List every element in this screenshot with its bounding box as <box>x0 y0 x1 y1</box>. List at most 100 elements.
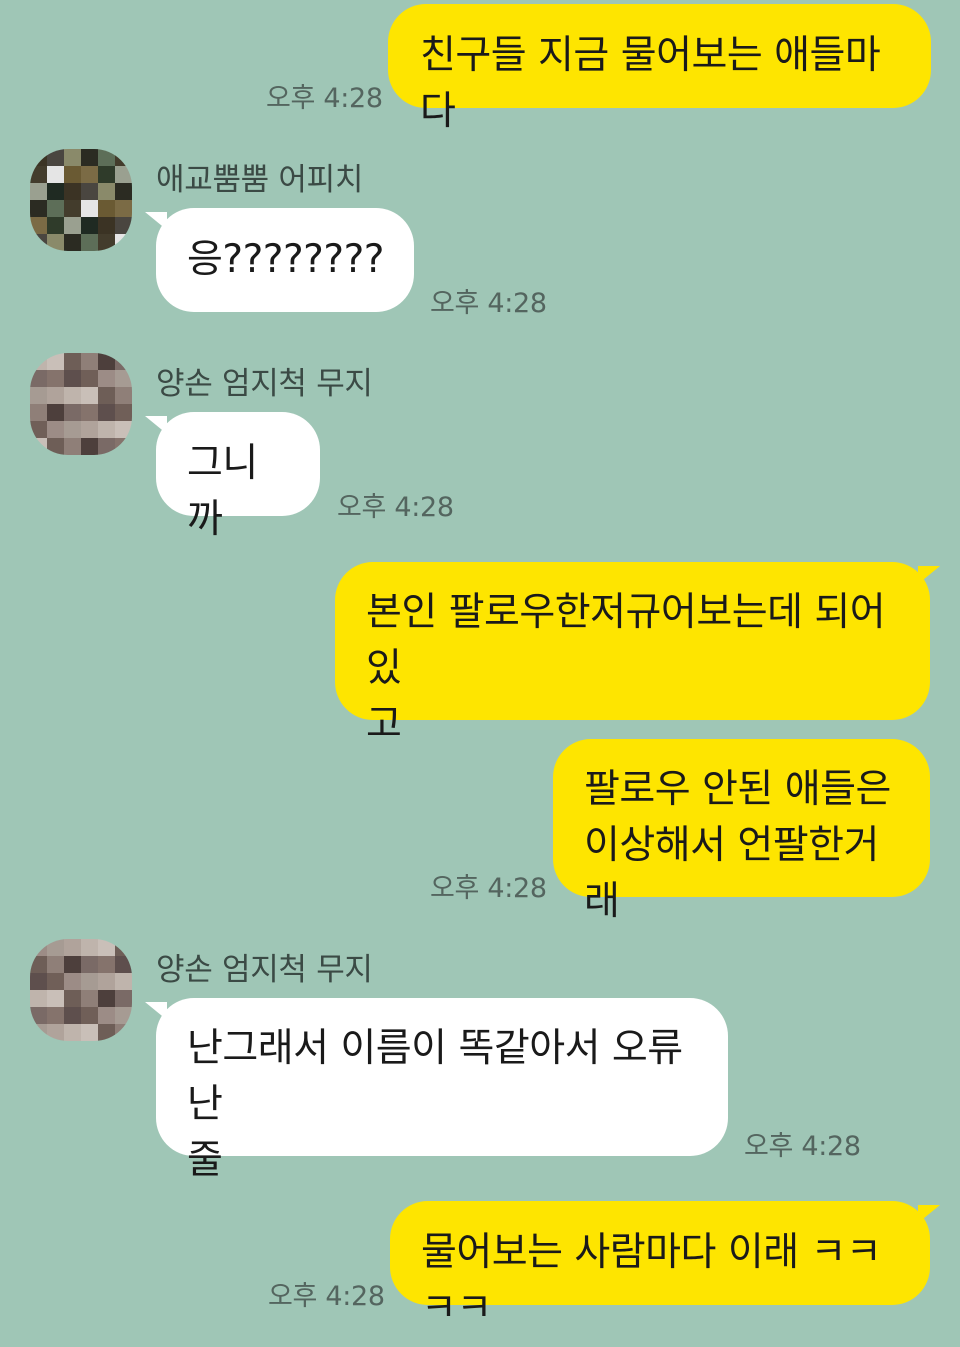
avatar-pixel <box>64 956 81 973</box>
message-text: 응???????? <box>187 237 384 282</box>
message-time: 오후 4:28 <box>430 873 547 904</box>
avatar-pixel <box>81 217 98 234</box>
avatar-pixel <box>64 1024 81 1041</box>
avatar-pixel <box>30 370 47 387</box>
message-bubble[interactable]: 난그래서 이름이 똑같아서 오류난 줄 <box>156 998 728 1183</box>
avatar[interactable] <box>30 353 132 455</box>
avatar-pixel <box>64 421 81 438</box>
message-time: 오후 4:28 <box>744 1131 861 1162</box>
avatar-pixel <box>30 956 47 973</box>
avatar-pixel <box>115 421 132 438</box>
avatar-pixel <box>47 387 64 404</box>
avatar-pixel <box>81 370 98 387</box>
sender-name: 애교뿜뿜 어피치 <box>156 162 364 198</box>
message-text-line: 본인 팔로우한저규어보는데 되어있 <box>366 590 886 691</box>
avatar-pixel <box>30 404 47 421</box>
avatar-pixel <box>98 387 115 404</box>
message-bubble[interactable]: 그니까 <box>156 412 320 542</box>
message-bubble[interactable]: 친구들 지금 물어보는 애들마다 <box>388 4 931 134</box>
avatar-pixel <box>64 183 81 200</box>
avatar-pixel <box>98 421 115 438</box>
avatar-pixel <box>64 404 81 421</box>
avatar-pixel <box>115 1024 132 1041</box>
avatar-pixel <box>47 421 64 438</box>
avatar-pixel <box>98 200 115 217</box>
avatar-pixel <box>47 166 64 183</box>
avatar-pixel <box>47 973 64 990</box>
avatar-pixel <box>30 990 47 1007</box>
message-text: 친구들 지금 물어보는 애들마다 <box>420 33 881 134</box>
avatar-pixel <box>115 353 132 370</box>
avatar-pixel <box>47 1024 64 1041</box>
avatar-pixel <box>64 353 81 370</box>
avatar-pixel <box>47 234 64 251</box>
message-bubble[interactable]: 본인 팔로우한저규어보는데 되어있 고 <box>335 562 930 747</box>
avatar-pixel <box>30 200 47 217</box>
message-bubble[interactable]: 물어보는 사람마다 이래 ㅋㅋㅋㅋ <box>390 1201 930 1331</box>
message-bubble[interactable]: 팔로우 안된 애들은 이상해서 언팔한거래 <box>553 739 930 924</box>
message-text-line: 난그래서 이름이 똑같아서 오류난 <box>187 1026 683 1127</box>
avatar-pixel <box>64 370 81 387</box>
avatar-pixel <box>47 438 64 455</box>
avatar-pixel <box>115 217 132 234</box>
message-time: 오후 4:28 <box>337 492 454 523</box>
avatar[interactable] <box>30 939 132 1041</box>
avatar-pixel <box>47 1007 64 1024</box>
message-text-line: 이상해서 언팔한거래 <box>584 823 879 924</box>
avatar-pixel <box>81 387 98 404</box>
avatar-pixel <box>98 1024 115 1041</box>
avatar-pixel <box>115 973 132 990</box>
avatar-pixel <box>47 149 64 166</box>
avatar-pixel <box>30 939 47 956</box>
avatar-pixel <box>115 234 132 251</box>
avatar-pixel <box>81 183 98 200</box>
avatar-pixel <box>115 438 132 455</box>
avatar-pixel <box>47 353 64 370</box>
message-text-line: 줄 <box>187 1138 223 1183</box>
avatar-pixel <box>98 234 115 251</box>
avatar-pixel <box>64 990 81 1007</box>
avatar-pixel <box>47 183 64 200</box>
avatar-pixel <box>47 404 64 421</box>
avatar-pixel <box>64 387 81 404</box>
avatar-pixel <box>115 404 132 421</box>
avatar-pixel <box>115 990 132 1007</box>
avatar-pixel <box>30 166 47 183</box>
avatar-pixel <box>47 217 64 234</box>
avatar-pixel <box>30 973 47 990</box>
avatar-pixel <box>115 183 132 200</box>
avatar-pixel <box>81 166 98 183</box>
avatar-pixel <box>81 234 98 251</box>
avatar-pixel <box>30 438 47 455</box>
avatar-pixel <box>47 956 64 973</box>
avatar-pixel <box>64 149 81 166</box>
avatar-pixel <box>115 166 132 183</box>
avatar-pixel <box>47 200 64 217</box>
avatar-pixel <box>115 387 132 404</box>
avatar-pixel <box>98 166 115 183</box>
avatar-pixel <box>64 973 81 990</box>
avatar-pixel <box>98 438 115 455</box>
message-bubble[interactable]: 응???????? <box>156 208 414 312</box>
avatar-pixel <box>98 939 115 956</box>
avatar-pixel <box>30 217 47 234</box>
avatar-pixel <box>30 1007 47 1024</box>
avatar-pixel <box>64 166 81 183</box>
message-time: 오후 4:28 <box>266 83 383 114</box>
avatar[interactable] <box>30 149 132 251</box>
avatar-pixel <box>115 956 132 973</box>
avatar-pixel <box>98 353 115 370</box>
sender-name: 양손 엄지척 무지 <box>156 366 373 402</box>
avatar-pixel <box>30 149 47 166</box>
avatar-pixel <box>81 1024 98 1041</box>
message-time: 오후 4:28 <box>430 288 547 319</box>
avatar-pixel <box>115 939 132 956</box>
avatar-pixel <box>47 990 64 1007</box>
avatar-pixel <box>30 353 47 370</box>
avatar-pixel <box>47 370 64 387</box>
avatar-pixel <box>98 149 115 166</box>
avatar-pixel <box>64 939 81 956</box>
avatar-pixel <box>81 973 98 990</box>
avatar-pixel <box>81 990 98 1007</box>
avatar-pixel <box>64 200 81 217</box>
